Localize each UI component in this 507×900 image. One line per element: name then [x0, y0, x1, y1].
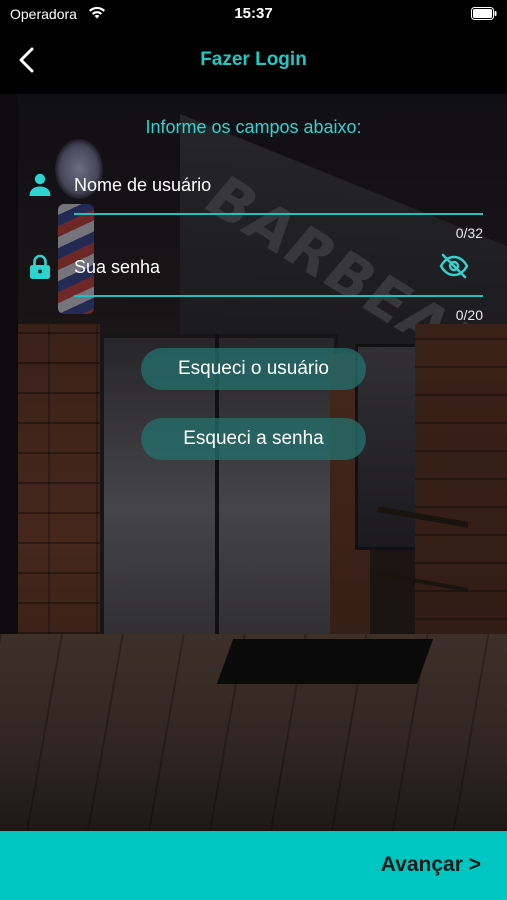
page-title: Fazer Login	[200, 49, 307, 70]
footer-bar: Avançar >	[0, 831, 507, 900]
username-char-counter: 0/32	[455, 225, 483, 241]
username-underline	[74, 213, 483, 215]
login-form: Informe os campos abaixo: 0/32	[0, 94, 507, 831]
person-icon	[29, 173, 51, 196]
username-input[interactable]	[74, 168, 434, 202]
clock: 15:37	[234, 5, 273, 22]
login-screen: Operadora 15:37 Fazer Login BARBEARIA	[0, 0, 507, 900]
battery-icon	[471, 7, 497, 20]
forgot-password-button[interactable]: Esqueci a senha	[141, 418, 366, 460]
eye-slash-icon[interactable]	[439, 252, 469, 280]
navigation-bar: Fazer Login	[0, 30, 507, 94]
next-button[interactable]: Avançar >	[381, 853, 481, 877]
lock-icon	[30, 254, 50, 279]
password-underline	[74, 295, 483, 297]
forgot-username-button[interactable]: Esqueci o usuário	[141, 348, 366, 390]
status-bar: Operadora 15:37	[0, 0, 507, 30]
password-char-counter: 0/20	[455, 307, 483, 323]
password-input[interactable]	[74, 250, 434, 284]
form-heading: Informe os campos abaixo:	[145, 117, 362, 137]
